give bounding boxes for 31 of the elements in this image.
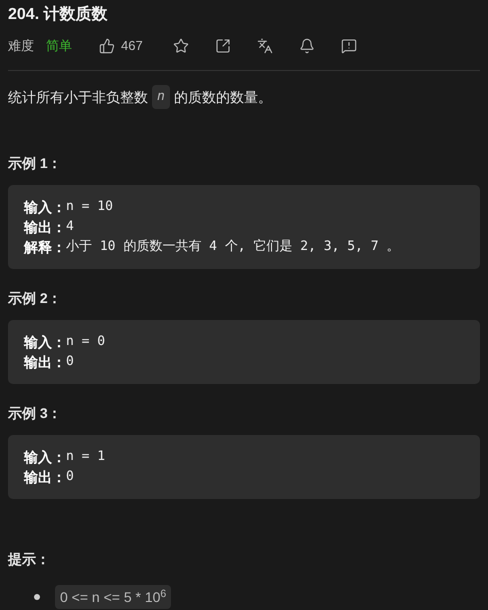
difficulty-label: 难度 [8,37,34,56]
difficulty-level: 简单 [46,37,72,56]
example-label: 输入： [24,333,66,352]
example-label: 输出： [24,218,66,237]
example-heading: 示例 3： [8,404,62,423]
thumbs-up-icon [99,38,115,54]
example-label: 解释： [24,238,66,257]
example-value: 0 [66,468,74,486]
like-button[interactable]: 467 [99,36,143,56]
example-value: n = 1 [66,448,106,466]
example-label: 输出： [24,468,66,487]
hint-constraint: 0 <= n <= 5 * 10$^{6}$ [55,585,172,609]
example-label: 输入： [24,198,66,217]
bullet-icon [34,594,40,600]
share-icon[interactable] [214,38,231,54]
example-value: 小于 10 的质数一共有 4 个, 它们是 2, 3, 5, 7 。 [66,238,400,256]
example-value: 4 [66,218,74,236]
bell-icon[interactable] [298,38,315,54]
example-heading: 示例 2： [8,289,62,308]
problem-description: 统计所有小于非负整数 n 的质数的数量。 [8,85,480,109]
example-value: n = 10 [66,198,113,216]
star-icon[interactable] [172,38,189,54]
feedback-icon[interactable] [340,38,357,54]
example-value: n = 0 [66,333,106,351]
hints-heading: 提示： [8,550,50,569]
example-label: 输出： [24,353,66,372]
example-value: 0 [66,353,74,371]
example-heading: 示例 1： [8,154,62,173]
example-label: 输入： [24,448,66,467]
problem-title: 204. 计数质数 [8,4,109,25]
translate-icon[interactable] [256,38,273,54]
